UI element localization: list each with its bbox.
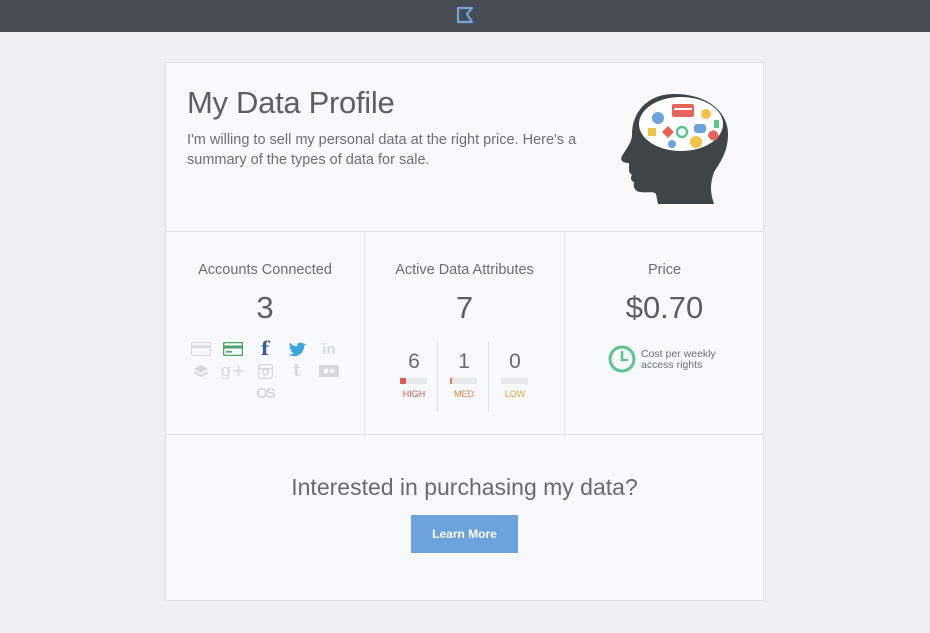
foursquare-icon[interactable] [190, 360, 212, 382]
linkedin-icon[interactable]: in [318, 338, 340, 360]
accounts-connected-panel: Accounts Connected 3 f in g+ t OS [166, 232, 365, 434]
bank-card-icon[interactable] [222, 338, 244, 360]
attribute-level-value: 0 [509, 350, 521, 373]
flickr-icon[interactable] [318, 360, 340, 382]
attribute-level-label: HIGH [402, 389, 426, 399]
attribute-level-med: 1 MED [439, 342, 489, 412]
twitter-icon[interactable] [286, 338, 308, 360]
attribute-level-bar [450, 378, 477, 384]
top-bar [0, 0, 930, 32]
purchase-cta: Interested in purchasing my data? Learn … [166, 435, 763, 600]
price-note-line2: access rights [641, 359, 703, 371]
price-title: Price [647, 262, 682, 278]
tumblr-icon[interactable]: t [286, 360, 308, 382]
attribute-level-low: 0 LOW [490, 342, 540, 412]
price-value: $0.70 [625, 290, 704, 325]
flag-logo-icon[interactable] [456, 6, 474, 24]
profile-description: I'm willing to sell my personal data at … [187, 132, 577, 168]
learn-more-button[interactable]: Learn More [411, 515, 518, 553]
stats-row: Accounts Connected 3 f in g+ t OS Active… [166, 232, 763, 435]
attribute-level-bar [400, 378, 427, 384]
lastfm-icon[interactable]: OS [254, 382, 276, 404]
attribute-level-bar [501, 378, 528, 384]
data-profile-card: My Data Profile I'm willing to sell my p… [165, 62, 764, 601]
head-brain-data-icon [621, 94, 728, 204]
attribute-level-label: LOW [504, 389, 526, 399]
attribute-levels: 6 HIGH 1 MED 0 LOW [389, 342, 541, 412]
page-title: My Data Profile [187, 85, 395, 120]
facebook-icon[interactable]: f [254, 338, 276, 360]
accounts-connected-title: Accounts Connected [198, 262, 332, 278]
active-data-attributes-title: Active Data Attributes [395, 262, 534, 278]
active-data-attributes-panel: Active Data Attributes 7 6 HIGH 1 MED 0 [365, 232, 565, 434]
price-note: Cost per weekly access rights [641, 349, 716, 371]
attribute-level-value: 1 [458, 350, 470, 373]
attribute-level-value: 6 [408, 350, 420, 373]
attribute-level-fill [400, 378, 406, 384]
price-panel: Price $0.70 Cost per weekly access right… [565, 232, 764, 434]
attribute-divider [488, 342, 489, 412]
profile-header: My Data Profile I'm willing to sell my p… [166, 63, 763, 232]
instagram-icon[interactable] [254, 360, 276, 382]
credit-card-icon[interactable] [190, 338, 212, 360]
attribute-divider [437, 342, 438, 412]
attribute-level-label: MED [454, 389, 474, 399]
clock-icon [608, 345, 636, 373]
attribute-level-high: 6 HIGH [389, 342, 439, 412]
active-data-attributes-count: 7 [455, 290, 474, 325]
cta-title: Interested in purchasing my data? [291, 474, 638, 500]
google-plus-icon[interactable]: g+ [220, 360, 245, 382]
accounts-connected-count: 3 [256, 290, 274, 325]
attribute-level-fill [450, 378, 452, 384]
